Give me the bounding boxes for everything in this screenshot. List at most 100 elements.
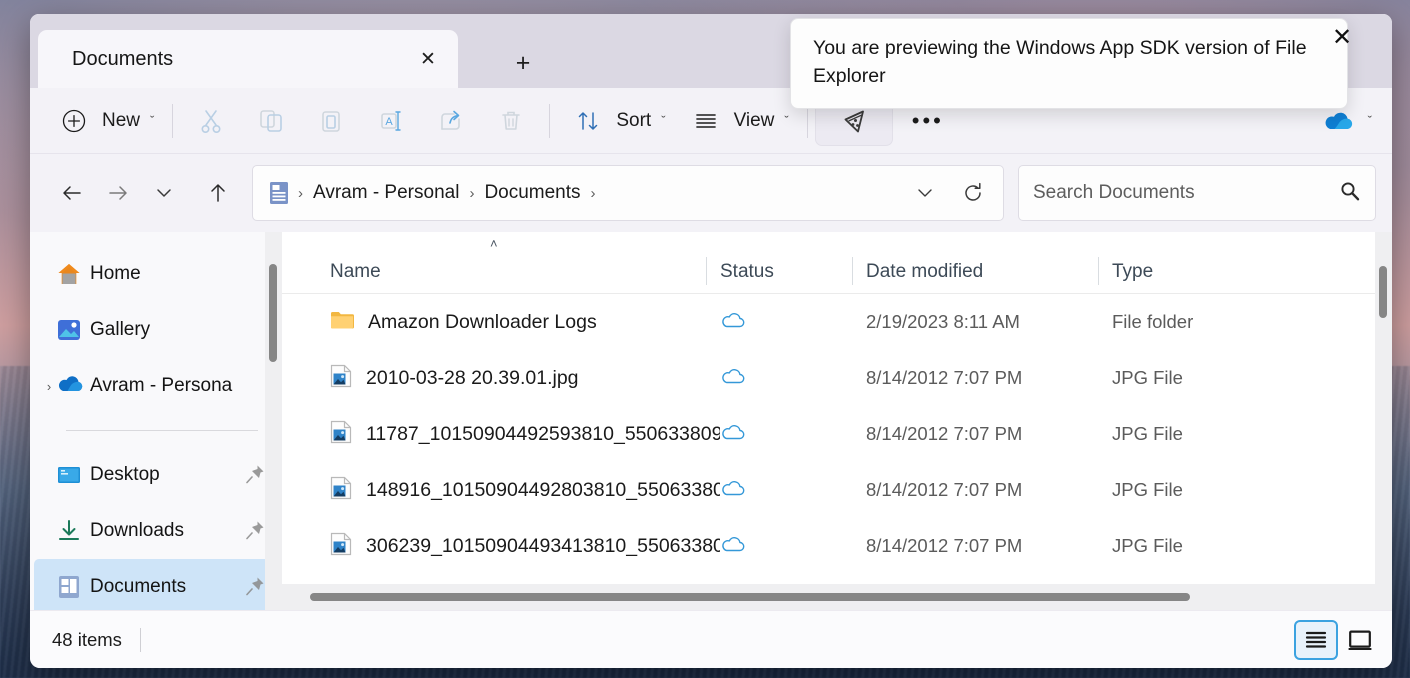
navigation-pane: Home Gallery › xyxy=(30,232,282,610)
file-name: 2010-03-28 20.39.01.jpg xyxy=(366,367,579,390)
details-view-button[interactable] xyxy=(1296,622,1336,658)
cell-status xyxy=(720,423,866,446)
sidebar-item-documents[interactable]: Documents xyxy=(34,559,276,610)
file-explorer-window: Documents ✕ + New ˇ xyxy=(30,14,1392,668)
back-button[interactable] xyxy=(50,171,94,215)
status-divider xyxy=(140,628,141,652)
breadcrumb-item-documents[interactable]: Documents xyxy=(477,178,587,208)
file-name: 11787_10150904492593810_550633809_9... xyxy=(366,423,720,446)
table-row[interactable]: 11787_10150904492593810_550633809_9... 8… xyxy=(282,406,1392,462)
table-row[interactable]: 148916_10150904492803810_550633809_... 8… xyxy=(282,462,1392,518)
chevron-down-icon[interactable]: ˇ xyxy=(1368,113,1372,128)
cell-type: JPG File xyxy=(1112,479,1312,501)
paste-button[interactable] xyxy=(301,97,361,145)
cell-status xyxy=(720,535,866,558)
copy-icon xyxy=(251,101,291,141)
breadcrumb-separator: › xyxy=(297,185,304,202)
sidebar-item-downloads[interactable]: Downloads xyxy=(34,503,276,559)
new-button[interactable]: New ˇ xyxy=(44,97,164,145)
image-file-icon xyxy=(330,364,352,393)
search-input[interactable] xyxy=(1033,182,1339,204)
toolbar-divider xyxy=(172,104,173,138)
image-file-icon xyxy=(330,532,352,561)
sort-button-label: Sort xyxy=(616,110,651,132)
delete-button[interactable] xyxy=(481,97,541,145)
sort-button[interactable]: Sort ˇ xyxy=(558,97,675,145)
cell-date-modified: 8/14/2012 7:07 PM xyxy=(866,367,1112,389)
image-file-icon xyxy=(330,420,352,449)
file-list-scrollbar[interactable] xyxy=(1375,232,1392,610)
search-icon[interactable] xyxy=(1339,180,1361,207)
sidebar-item-avram-personal[interactable]: › Avram - Persona xyxy=(34,358,276,414)
close-icon[interactable]: ✕ xyxy=(1318,14,1366,60)
cell-type: JPG File xyxy=(1112,423,1312,445)
horizontal-scrollbar-thumb[interactable] xyxy=(310,593,1190,601)
column-header-type[interactable]: Type xyxy=(1112,261,1312,287)
column-header-type-label: Type xyxy=(1112,261,1153,282)
sidebar-item-label: Avram - Persona xyxy=(90,375,268,397)
close-tab-icon[interactable]: ✕ xyxy=(410,41,446,77)
breadcrumb-item-avram-personal[interactable]: Avram - Personal xyxy=(306,178,466,208)
column-header-name[interactable]: Name xyxy=(282,261,720,287)
cell-name: 148916_10150904492803810_550633809_... xyxy=(282,476,720,505)
address-bar[interactable]: › Avram - Personal › Documents › xyxy=(252,165,1004,221)
file-name: 148916_10150904492803810_550633809_... xyxy=(366,479,720,502)
recent-locations-button[interactable] xyxy=(142,171,186,215)
column-header-date-modified[interactable]: Date modified xyxy=(866,261,1112,287)
home-icon xyxy=(56,261,82,287)
main-content: Home Gallery › xyxy=(30,232,1392,610)
large-icons-view-button[interactable] xyxy=(1340,622,1380,658)
image-file-icon xyxy=(330,476,352,505)
cell-type: JPG File xyxy=(1112,367,1312,389)
sidebar-item-gallery[interactable]: Gallery xyxy=(34,302,276,358)
horizontal-scrollbar[interactable] xyxy=(282,584,1375,610)
copy-button[interactable] xyxy=(241,97,301,145)
cell-date-modified: 8/14/2012 7:07 PM xyxy=(866,423,1112,445)
chevron-down-icon[interactable]: ˇ xyxy=(661,113,665,128)
cloud-icon xyxy=(720,535,746,558)
cell-name: Amazon Downloader Logs xyxy=(282,309,720,336)
up-button[interactable] xyxy=(196,171,240,215)
cell-date-modified: 2/19/2023 8:11 AM xyxy=(866,311,1112,333)
tab-label: Documents xyxy=(72,48,410,71)
sidebar-scrollbar[interactable] xyxy=(265,232,282,610)
sidebar-scrollbar-thumb[interactable] xyxy=(269,264,277,362)
details-view-icon xyxy=(1304,629,1328,651)
cloud-icon xyxy=(720,367,746,390)
view-button[interactable]: View ˇ xyxy=(676,97,799,145)
paste-icon xyxy=(311,101,351,141)
column-headers: ˄ Name Status Date modified Type xyxy=(282,232,1392,294)
breadcrumb: › Avram - Personal › Documents › xyxy=(265,178,901,208)
sidebar-item-desktop[interactable]: Desktop xyxy=(34,447,276,503)
cloud-icon xyxy=(720,423,746,446)
sort-ascending-icon: ˄ xyxy=(490,236,498,251)
view-icon xyxy=(686,101,726,141)
file-list-scrollbar-thumb[interactable] xyxy=(1379,266,1387,318)
column-header-status[interactable]: Status xyxy=(720,261,866,287)
gallery-icon xyxy=(56,317,82,343)
new-tab-button[interactable]: + xyxy=(492,42,554,84)
table-row[interactable]: 2010-03-28 20.39.01.jpg 8/14/2012 7:07 P… xyxy=(282,350,1392,406)
search-box[interactable] xyxy=(1018,165,1376,221)
cut-button[interactable] xyxy=(181,97,241,145)
sidebar-item-label: Home xyxy=(90,263,268,285)
document-library-icon xyxy=(265,178,293,208)
sidebar-item-home[interactable]: Home xyxy=(34,246,276,302)
share-button[interactable] xyxy=(421,97,481,145)
rename-button[interactable]: A xyxy=(361,97,421,145)
cloud-icon xyxy=(720,479,746,502)
file-rows: Amazon Downloader Logs 2/19/2023 8:11 AM… xyxy=(282,294,1392,610)
table-row[interactable]: 306239_10150904493413810_550633809_... 8… xyxy=(282,518,1392,574)
tab-documents[interactable]: Documents ✕ xyxy=(38,30,458,88)
chevron-down-icon[interactable]: ˇ xyxy=(784,113,788,128)
chevron-down-icon[interactable]: ˇ xyxy=(150,113,154,128)
desktop-icon xyxy=(56,462,82,488)
address-dropdown-icon[interactable] xyxy=(901,170,949,216)
cell-status xyxy=(720,311,866,334)
toolbar-divider-2 xyxy=(549,104,550,138)
sort-icon xyxy=(568,101,608,141)
forward-button[interactable] xyxy=(96,171,140,215)
table-row[interactable]: Amazon Downloader Logs 2/19/2023 8:11 AM… xyxy=(282,294,1392,350)
refresh-icon[interactable] xyxy=(949,170,997,216)
breadcrumb-separator: › xyxy=(590,185,597,202)
